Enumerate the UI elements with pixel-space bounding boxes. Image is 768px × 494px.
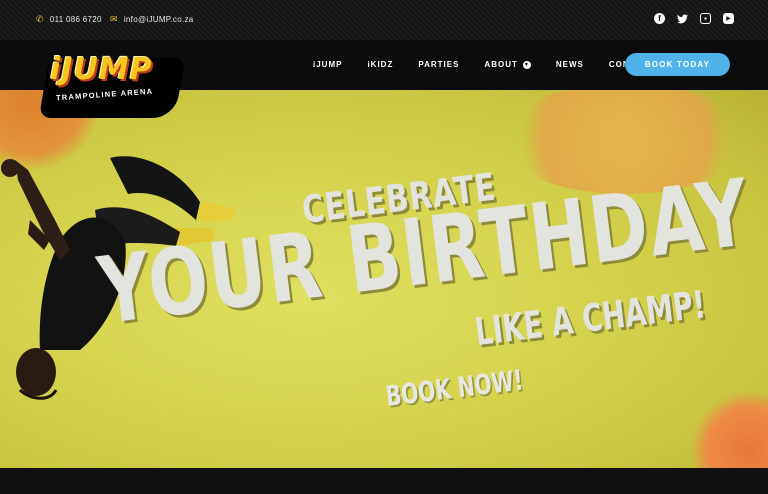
book-today-button[interactable]: BOOK TODAY — [625, 53, 730, 76]
logo-wordmark: iJUMP — [50, 52, 153, 87]
top-bar: ✆ 011 086 6720 ✉ info@iJUMP.co.za f ● ▶ — [0, 0, 768, 40]
nav-item-about-label: ABOUT — [484, 60, 518, 69]
decorative-blob — [690, 390, 768, 468]
chevron-down-icon: ▾ — [522, 60, 531, 69]
site-logo[interactable]: iJUMP TRAMPOLINE ARENA — [38, 52, 186, 118]
phone-icon: ✆ — [36, 14, 44, 24]
youtube-icon[interactable]: ▶ — [723, 13, 734, 24]
bottom-strip — [0, 468, 768, 494]
nav-item-ijump[interactable]: iJUMP — [313, 60, 342, 69]
nav-item-about[interactable]: ABOUT ▾ — [484, 60, 531, 69]
nav-item-parties[interactable]: PARTIES — [418, 60, 459, 69]
phone-contact[interactable]: ✆ 011 086 6720 — [36, 14, 102, 25]
nav-item-ikidz[interactable]: iKIDZ — [367, 60, 393, 69]
hero-book-now-link[interactable]: BOOK NOW! — [384, 363, 525, 413]
email-address[interactable]: info@iJUMP.co.za — [124, 15, 194, 24]
social-links: f ● ▶ — [654, 13, 734, 24]
nav-item-news[interactable]: NEWS — [556, 60, 584, 69]
email-contact[interactable]: ✉ info@iJUMP.co.za — [110, 14, 194, 25]
hero-banner[interactable]: CELEBRATE YOUR BIRTHDAY LIKE A CHAMP! BO… — [0, 90, 768, 468]
facebook-icon[interactable]: f — [654, 13, 665, 24]
twitter-icon[interactable] — [677, 13, 688, 24]
mail-icon: ✉ — [110, 14, 118, 24]
phone-number[interactable]: 011 086 6720 — [50, 15, 102, 24]
instagram-icon[interactable]: ● — [700, 13, 711, 24]
